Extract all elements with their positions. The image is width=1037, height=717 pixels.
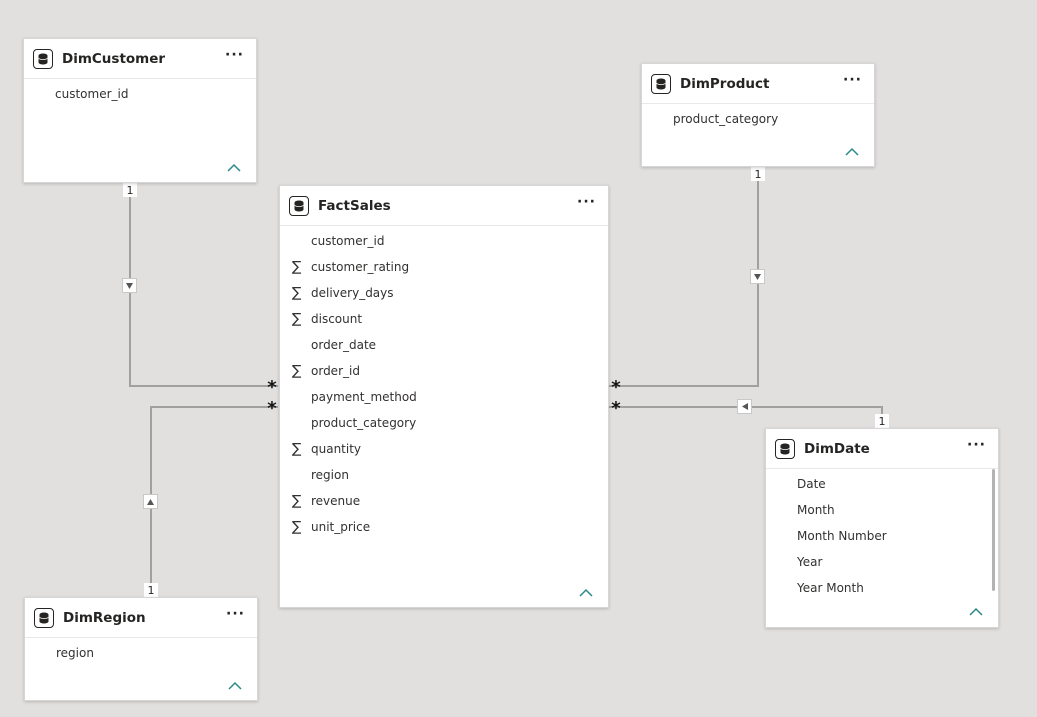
cardinality-many-region: * [267, 398, 277, 419]
field-label: unit_price [311, 520, 371, 534]
field-list: customer_id [24, 79, 256, 107]
relationship-line-region[interactable] [150, 406, 278, 597]
relationship-line-customer[interactable] [129, 183, 278, 387]
more-options-icon[interactable]: ··· [225, 48, 244, 62]
collapse-chevron-up-icon[interactable] [845, 147, 859, 157]
field-item[interactable]: ∑ unit_price [280, 514, 608, 540]
table-header[interactable]: DimCustomer ··· [24, 39, 256, 79]
field-list: Date Month Month Number Year Year Month [766, 469, 998, 601]
field-label: discount [311, 312, 363, 326]
table-card-dimregion[interactable]: DimRegion ··· region [24, 597, 258, 701]
more-options-icon[interactable]: ··· [843, 73, 862, 87]
table-header[interactable]: DimRegion ··· [25, 598, 257, 638]
table-header[interactable]: FactSales ··· [280, 186, 608, 226]
cardinality-many-product: * [611, 377, 621, 398]
table-card-dimproduct[interactable]: DimProduct ··· product_category [641, 63, 875, 167]
filter-direction-down-icon[interactable] [750, 269, 765, 284]
filter-direction-down-icon[interactable] [122, 278, 137, 293]
field-label: revenue [311, 494, 361, 508]
field-item[interactable]: ∑ order_id [280, 358, 608, 384]
table-title: FactSales [318, 197, 391, 214]
sigma-icon: ∑ [292, 259, 302, 275]
table-card-dimcustomer[interactable]: DimCustomer ··· customer_id [23, 38, 257, 183]
field-item[interactable]: ∑ discount [280, 306, 608, 332]
field-item[interactable]: order_date [280, 332, 608, 358]
cardinality-one-region: 1 [144, 583, 158, 597]
field-label: payment_method [311, 390, 417, 404]
cardinality-one-customer: 1 [123, 183, 137, 197]
field-item[interactable]: Date [766, 471, 998, 497]
field-label: customer_id [311, 234, 385, 248]
table-header[interactable]: DimProduct ··· [642, 64, 874, 104]
relationship-line-product[interactable] [609, 167, 759, 387]
sigma-icon: ∑ [292, 285, 302, 301]
scrollbar[interactable] [992, 469, 995, 591]
cardinality-many-date: * [611, 398, 621, 419]
cardinality-one-date: 1 [875, 414, 889, 428]
field-item[interactable]: Year [766, 549, 998, 575]
field-item[interactable]: payment_method [280, 384, 608, 410]
more-options-icon[interactable]: ··· [577, 195, 596, 209]
collapse-chevron-up-icon[interactable] [579, 588, 593, 598]
field-item[interactable]: Year Month [766, 575, 998, 601]
field-item[interactable]: ∑ quantity [280, 436, 608, 462]
field-item[interactable]: customer_id [24, 81, 256, 107]
table-header[interactable]: DimDate ··· [766, 429, 998, 469]
table-icon [289, 195, 309, 216]
model-canvas[interactable]: 1 1 1 1 * * * * DimCustomer ··· customer… [0, 0, 1037, 717]
field-label: product_category [311, 416, 417, 430]
table-icon [34, 607, 54, 628]
field-item[interactable]: region [25, 640, 257, 666]
table-icon [651, 73, 671, 94]
field-label: quantity [311, 442, 362, 456]
table-card-dimdate[interactable]: DimDate ··· Date Month Month Number Year… [765, 428, 999, 628]
more-options-icon[interactable]: ··· [967, 438, 986, 452]
sigma-icon: ∑ [292, 493, 302, 509]
field-item[interactable]: ∑ delivery_days [280, 280, 608, 306]
field-item[interactable]: ∑ customer_rating [280, 254, 608, 280]
field-item[interactable]: ∑ revenue [280, 488, 608, 514]
collapse-chevron-up-icon[interactable] [969, 607, 983, 617]
filter-direction-left-icon[interactable] [737, 399, 752, 414]
more-options-icon[interactable]: ··· [226, 607, 245, 621]
field-label: order_date [311, 338, 377, 352]
field-label: customer_rating [311, 260, 410, 274]
field-item[interactable]: region [280, 462, 608, 488]
sigma-icon: ∑ [292, 441, 302, 457]
field-item[interactable]: product_category [642, 106, 874, 132]
filter-direction-up-icon[interactable] [143, 494, 158, 509]
field-list: region [25, 638, 257, 666]
field-label: delivery_days [311, 286, 394, 300]
field-item[interactable]: product_category [280, 410, 608, 436]
table-title: DimProduct [680, 75, 770, 92]
cardinality-one-product: 1 [751, 167, 765, 181]
table-icon [33, 48, 53, 69]
sigma-icon: ∑ [292, 363, 302, 379]
table-title: DimDate [804, 440, 870, 457]
field-item[interactable]: Month Number [766, 523, 998, 549]
table-card-factsales[interactable]: FactSales ··· customer_id ∑ customer_rati… [279, 185, 609, 608]
table-icon [775, 438, 795, 459]
collapse-chevron-up-icon[interactable] [227, 163, 241, 173]
table-title: DimCustomer [62, 50, 166, 67]
field-list: product_category [642, 104, 874, 132]
cardinality-many-customer: * [267, 377, 277, 398]
field-item[interactable]: customer_id [280, 228, 608, 254]
sigma-icon: ∑ [292, 519, 302, 535]
sigma-icon: ∑ [292, 311, 302, 327]
table-title: DimRegion [63, 609, 146, 626]
field-label: region [311, 468, 349, 482]
field-item[interactable]: Month [766, 497, 998, 523]
collapse-chevron-up-icon[interactable] [228, 681, 242, 691]
field-list: customer_id ∑ customer_rating ∑ delivery_d… [280, 226, 608, 540]
field-label: order_id [311, 364, 360, 378]
